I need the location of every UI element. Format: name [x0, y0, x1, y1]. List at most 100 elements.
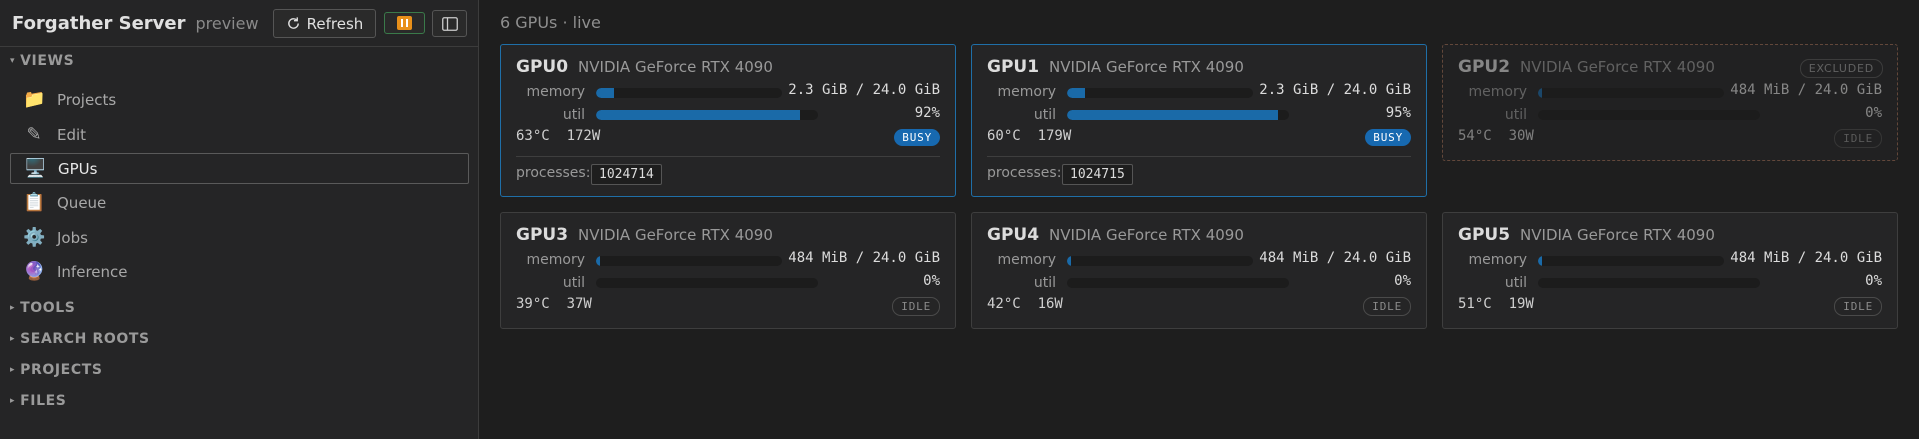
- section-views-label: VIEWS: [20, 53, 75, 69]
- process-id-chip[interactable]: 1024714: [591, 164, 662, 185]
- refresh-icon: [287, 17, 299, 29]
- gpu-card-header: GPU5 NVIDIA GeForce RTX 4090: [1458, 225, 1715, 245]
- status-badge: IDLE: [1834, 297, 1882, 316]
- temperature-value: 39°C: [516, 296, 550, 312]
- gpu-card[interactable]: GPU4 NVIDIA GeForce RTX 4090 memory 484 …: [971, 212, 1427, 329]
- gpu-card[interactable]: GPU5 NVIDIA GeForce RTX 4090 memory 484 …: [1442, 212, 1898, 329]
- memory-bar: [596, 88, 782, 98]
- util-value: 0%: [1865, 273, 1882, 289]
- processes-label: processes:: [987, 165, 1062, 181]
- util-value: 0%: [1865, 105, 1882, 121]
- memory-label: memory: [526, 84, 586, 100]
- util-value: 92%: [914, 105, 940, 121]
- gpu-stats: 54°C 30W: [1458, 128, 1534, 144]
- temperature-value: 54°C: [1458, 128, 1492, 144]
- caret-right-icon: ▸: [10, 303, 16, 313]
- power-value: 37W: [566, 296, 592, 312]
- memory-bar: [1538, 256, 1724, 266]
- temperature-value: 51°C: [1458, 296, 1492, 312]
- gpu-stats: 39°C 37W: [516, 296, 592, 312]
- section-views[interactable]: ▾ VIEWS: [10, 53, 74, 69]
- status-badge: IDLE: [892, 297, 940, 316]
- process-id-chip[interactable]: 1024715: [1062, 164, 1133, 185]
- excluded-badge: EXCLUDED: [1799, 59, 1883, 78]
- gpu-model: NVIDIA GeForce RTX 4090: [578, 58, 773, 76]
- caret-right-icon: ▸: [10, 365, 16, 375]
- util-label: util: [562, 107, 585, 123]
- nav-item-inference[interactable]: 🔮 Inference: [10, 256, 469, 287]
- gpu-model: NVIDIA GeForce RTX 4090: [1049, 226, 1244, 244]
- status-badge: BUSY: [894, 129, 940, 146]
- gpu-id: GPU5: [1458, 225, 1511, 245]
- gpu-card[interactable]: GPU2 NVIDIA GeForce RTX 4090 EXCLUDED me…: [1442, 44, 1898, 161]
- gpu-stats: 63°C 172W: [516, 128, 600, 144]
- sidebar-panel-icon: [441, 16, 458, 31]
- section-projects-label: PROJECTS: [20, 362, 103, 378]
- util-label: util: [1033, 275, 1056, 291]
- app-title: Forgather Server: [12, 12, 186, 34]
- desktop-computer-icon: 🖥️: [24, 158, 47, 179]
- nav-item-edit[interactable]: ✎ Edit: [10, 119, 469, 150]
- pause-button[interactable]: [384, 12, 425, 34]
- nav-item-label: Jobs: [57, 228, 88, 247]
- section-search-roots-label: SEARCH ROOTS: [20, 331, 150, 347]
- card-divider: [516, 156, 940, 157]
- memory-bar: [1538, 88, 1724, 98]
- power-value: 19W: [1508, 296, 1534, 312]
- power-value: 16W: [1037, 296, 1063, 312]
- power-value: 179W: [1037, 128, 1072, 144]
- memory-value: 484 MiB / 24.0 GiB: [1259, 250, 1411, 266]
- util-label: util: [1504, 107, 1527, 123]
- memory-bar: [596, 256, 782, 266]
- processes-label: processes:: [516, 165, 591, 181]
- section-tools[interactable]: ▸ TOOLS: [10, 300, 75, 316]
- gpu-id: GPU0: [516, 57, 569, 77]
- section-files[interactable]: ▸ FILES: [10, 393, 66, 409]
- section-projects[interactable]: ▸ PROJECTS: [10, 362, 103, 378]
- util-label: util: [1033, 107, 1056, 123]
- pencil-icon: ✎: [26, 124, 42, 145]
- nav-item-projects[interactable]: 📁 Projects: [10, 84, 469, 115]
- gpu-card[interactable]: GPU0 NVIDIA GeForce RTX 4090 memory 2.3 …: [500, 44, 956, 197]
- nav-item-label: Inference: [57, 262, 128, 281]
- memory-label: memory: [1468, 252, 1528, 268]
- gpu-card[interactable]: GPU1 NVIDIA GeForce RTX 4090 memory 2.3 …: [971, 44, 1427, 197]
- util-value: 0%: [1394, 273, 1411, 289]
- util-bar: [1538, 278, 1760, 288]
- memory-bar: [1067, 256, 1253, 266]
- memory-label: memory: [997, 252, 1057, 268]
- nav-item-jobs[interactable]: ⚙️ Jobs: [10, 222, 469, 253]
- temperature-value: 60°C: [987, 128, 1021, 144]
- util-label: util: [1504, 275, 1527, 291]
- page-title: 6 GPUs · live: [500, 13, 601, 32]
- memory-bar-fill: [596, 88, 614, 98]
- gpu-model: NVIDIA GeForce RTX 4090: [1520, 58, 1715, 76]
- caret-right-icon: ▸: [10, 396, 16, 406]
- status-badge: IDLE: [1834, 129, 1882, 148]
- util-bar: [596, 110, 818, 120]
- section-search-roots[interactable]: ▸ SEARCH ROOTS: [10, 331, 150, 347]
- gpu-model: NVIDIA GeForce RTX 4090: [1049, 58, 1244, 76]
- sidebar-header: Forgather Server preview Refresh: [0, 0, 478, 47]
- crystal-ball-icon: 🔮: [23, 261, 46, 282]
- section-files-label: FILES: [20, 393, 67, 409]
- toggle-sidebar-button[interactable]: [432, 10, 467, 37]
- nav-item-queue[interactable]: 📋 Queue: [10, 187, 469, 218]
- memory-bar: [1067, 88, 1253, 98]
- gpu-card-header: GPU0 NVIDIA GeForce RTX 4090: [516, 57, 773, 77]
- gpu-id: GPU4: [987, 225, 1040, 245]
- nav-item-gpus[interactable]: 🖥️ GPUs: [10, 153, 469, 184]
- util-bar-fill: [596, 110, 801, 120]
- util-bar: [596, 278, 818, 288]
- gpu-card[interactable]: GPU3 NVIDIA GeForce RTX 4090 memory 484 …: [500, 212, 956, 329]
- memory-value: 484 MiB / 24.0 GiB: [1730, 250, 1882, 266]
- gear-icon: ⚙️: [23, 227, 46, 248]
- memory-bar-fill: [596, 256, 600, 266]
- gpu-card-header: GPU2 NVIDIA GeForce RTX 4090: [1458, 57, 1715, 77]
- util-bar-fill: [1067, 110, 1278, 120]
- util-bar: [1067, 278, 1289, 288]
- gpu-id: GPU2: [1458, 57, 1511, 77]
- status-badge: BUSY: [1365, 129, 1411, 146]
- refresh-button[interactable]: Refresh: [273, 9, 376, 38]
- gpu-card-header: GPU4 NVIDIA GeForce RTX 4090: [987, 225, 1244, 245]
